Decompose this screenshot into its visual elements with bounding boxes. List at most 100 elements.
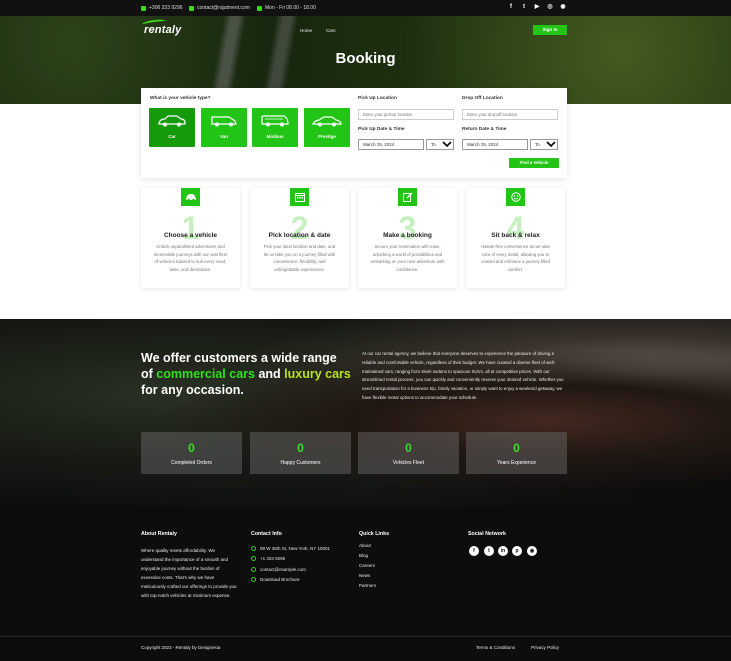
footer-email-text: contact@example.com [260,567,306,572]
footer-link-blog[interactable]: Blog [359,553,368,558]
step-description: Hassle-free convenience as we take care … [480,244,551,272]
footer-divider [0,636,731,637]
pickup-location-input[interactable] [358,109,454,120]
nav-cars[interactable]: Cars [326,28,336,33]
return-date-input[interactable]: March 29, 2024 [462,139,528,150]
vehicle-type-label: What is your vehicle type? [150,96,211,101]
stat-label: Happy Customers [280,460,321,466]
step-card: 1 Choose a vehicle Unlock unparalleled a… [141,188,240,288]
step-title: Choose a vehicle [163,232,218,239]
stat-label: Vehicles Fleet [392,460,425,466]
topbar-hours-text: Mon - Fri 08.00 - 18.00 [265,5,316,11]
offer-overlay [0,319,731,505]
facebook-icon[interactable]: f [508,4,514,11]
phone-icon [251,556,256,561]
offer-heading-luxury: luxury cars [284,367,351,381]
stat-label: Years Experience [496,460,536,466]
offer-section: We offer customers a wide range of comme… [0,319,731,505]
footer-link-careers[interactable]: Careers [359,563,375,568]
offer-heading-commercial: commercial cars [156,367,255,381]
topbar-socials: f t ▶ ◎ ◉ [508,4,566,11]
offer-heading-part-3: for any occasion. [141,383,244,397]
find-vehicle-button[interactable]: Find a Vehicle [509,158,559,168]
stat-label: Completed Orders [171,460,212,466]
privacy-link[interactable]: Privacy Policy [531,645,559,650]
location-icon [251,546,256,551]
step-card: 4 Sit back & relax Hassle-free convenien… [466,188,565,288]
linkedin-icon[interactable]: in [498,546,508,556]
booking-form: What is your vehicle type? Car Van Minib… [141,88,567,178]
footer-link-partners[interactable]: Partners [359,583,376,588]
topbar-phone[interactable]: +306 333 9296 [141,0,183,16]
smile-icon [506,188,525,206]
copyright: Copyright 2023 - Rentaly by Designesia [141,645,221,650]
stat-value: 0 [188,441,195,455]
terms-link[interactable]: Terms & Conditions [476,645,515,650]
step-number: 1 [181,210,200,246]
topbar-phone-text: +306 333 9296 [149,5,183,11]
car-icon [181,188,200,206]
vehicle-type-prestige[interactable]: Prestige [304,108,350,147]
phone-icon [141,5,146,11]
logo[interactable]: rentaly [141,18,181,36]
footer-email[interactable]: contact@example.com [251,567,306,572]
step-description: Pick your ideal location and date, and l… [263,244,336,272]
pickup-location-label: Pick Up Location [358,96,397,101]
footer-brochure-text: Download Brochure [260,577,300,582]
footer-social-title: Social Network [468,531,506,537]
sign-in-button[interactable]: Sign In [533,25,567,35]
clock-icon [257,5,262,11]
footer-link-news[interactable]: News [359,573,370,578]
step-title: Sit back & relax [491,232,540,239]
step-title: Pick location & date [268,232,331,239]
edit-icon [398,188,417,206]
chevron-down-icon [546,141,556,148]
footer-about-title: About Rentaly [141,531,177,537]
dropoff-location-label: Drop Off Location [462,96,503,101]
youtube-icon[interactable]: ▶ [534,4,540,11]
pinterest-icon[interactable]: p [512,546,522,556]
stat-value: 0 [513,441,520,455]
footer-link-about[interactable]: About [359,543,371,548]
twitter-icon[interactable]: t [521,4,527,11]
minibus-icon [261,115,289,127]
twitter-icon[interactable]: t [484,546,494,556]
footer-links-title: Quick Links [359,531,390,537]
instagram-icon[interactable]: ◉ [527,546,537,556]
page-title: Booking [335,50,396,67]
vehicle-type-van[interactable]: Van [201,108,247,147]
stat-card: 0 Vehicles Fleet [358,432,459,474]
stat-value: 0 [297,441,304,455]
dropoff-location-input[interactable] [462,109,558,120]
vehicle-type-minibus[interactable]: Minibus [252,108,298,147]
return-time-select[interactable]: To [530,139,558,150]
stat-value: 0 [405,441,412,455]
car-icon [158,115,186,127]
pickup-date-input[interactable]: March 29, 2024 [358,139,424,150]
vehicle-type-car-label: Car [168,134,176,139]
stat-card: 0 Years Experience [466,432,567,474]
pickup-datetime-label: Pick Up Date & Time [358,127,405,132]
pickup-time-select[interactable]: To [426,139,454,150]
step-title: Make a booking [383,232,432,239]
vehicle-type-minibus-label: Minibus [266,134,284,139]
step-card: 3 Make a booking Secure your reservation… [358,188,457,288]
instagram-icon[interactable]: ◉ [560,4,566,11]
footer-contact-title: Contact Info [251,531,282,537]
step-description: Secure your reservation with ease, unloc… [370,244,445,272]
footer-about-text: Where quality meets affordability. We un… [141,548,237,598]
nav-home[interactable]: Home [300,28,312,33]
footer-phone-text: +1 333 9296 [260,556,286,561]
footer-brochure-link[interactable]: Download Brochure [251,577,300,582]
topbar-email-text: contact@rajutment.com [197,5,250,11]
topbar-email[interactable]: contact@rajutment.com [189,0,250,16]
facebook-icon[interactable]: f [469,546,479,556]
vehicle-type-car[interactable]: Car [149,108,195,147]
step-number: 4 [506,210,525,246]
footer-address-text: 08 W 36th St, New York, NY 10001 [260,546,330,551]
pinterest-icon[interactable]: ◎ [547,4,553,11]
return-time-value: To [535,142,540,147]
footer-address: 08 W 36th St, New York, NY 10001 [251,546,330,551]
footer: About Rentaly Where quality meets afford… [0,505,731,661]
footer-phone[interactable]: +1 333 9296 [251,556,285,561]
